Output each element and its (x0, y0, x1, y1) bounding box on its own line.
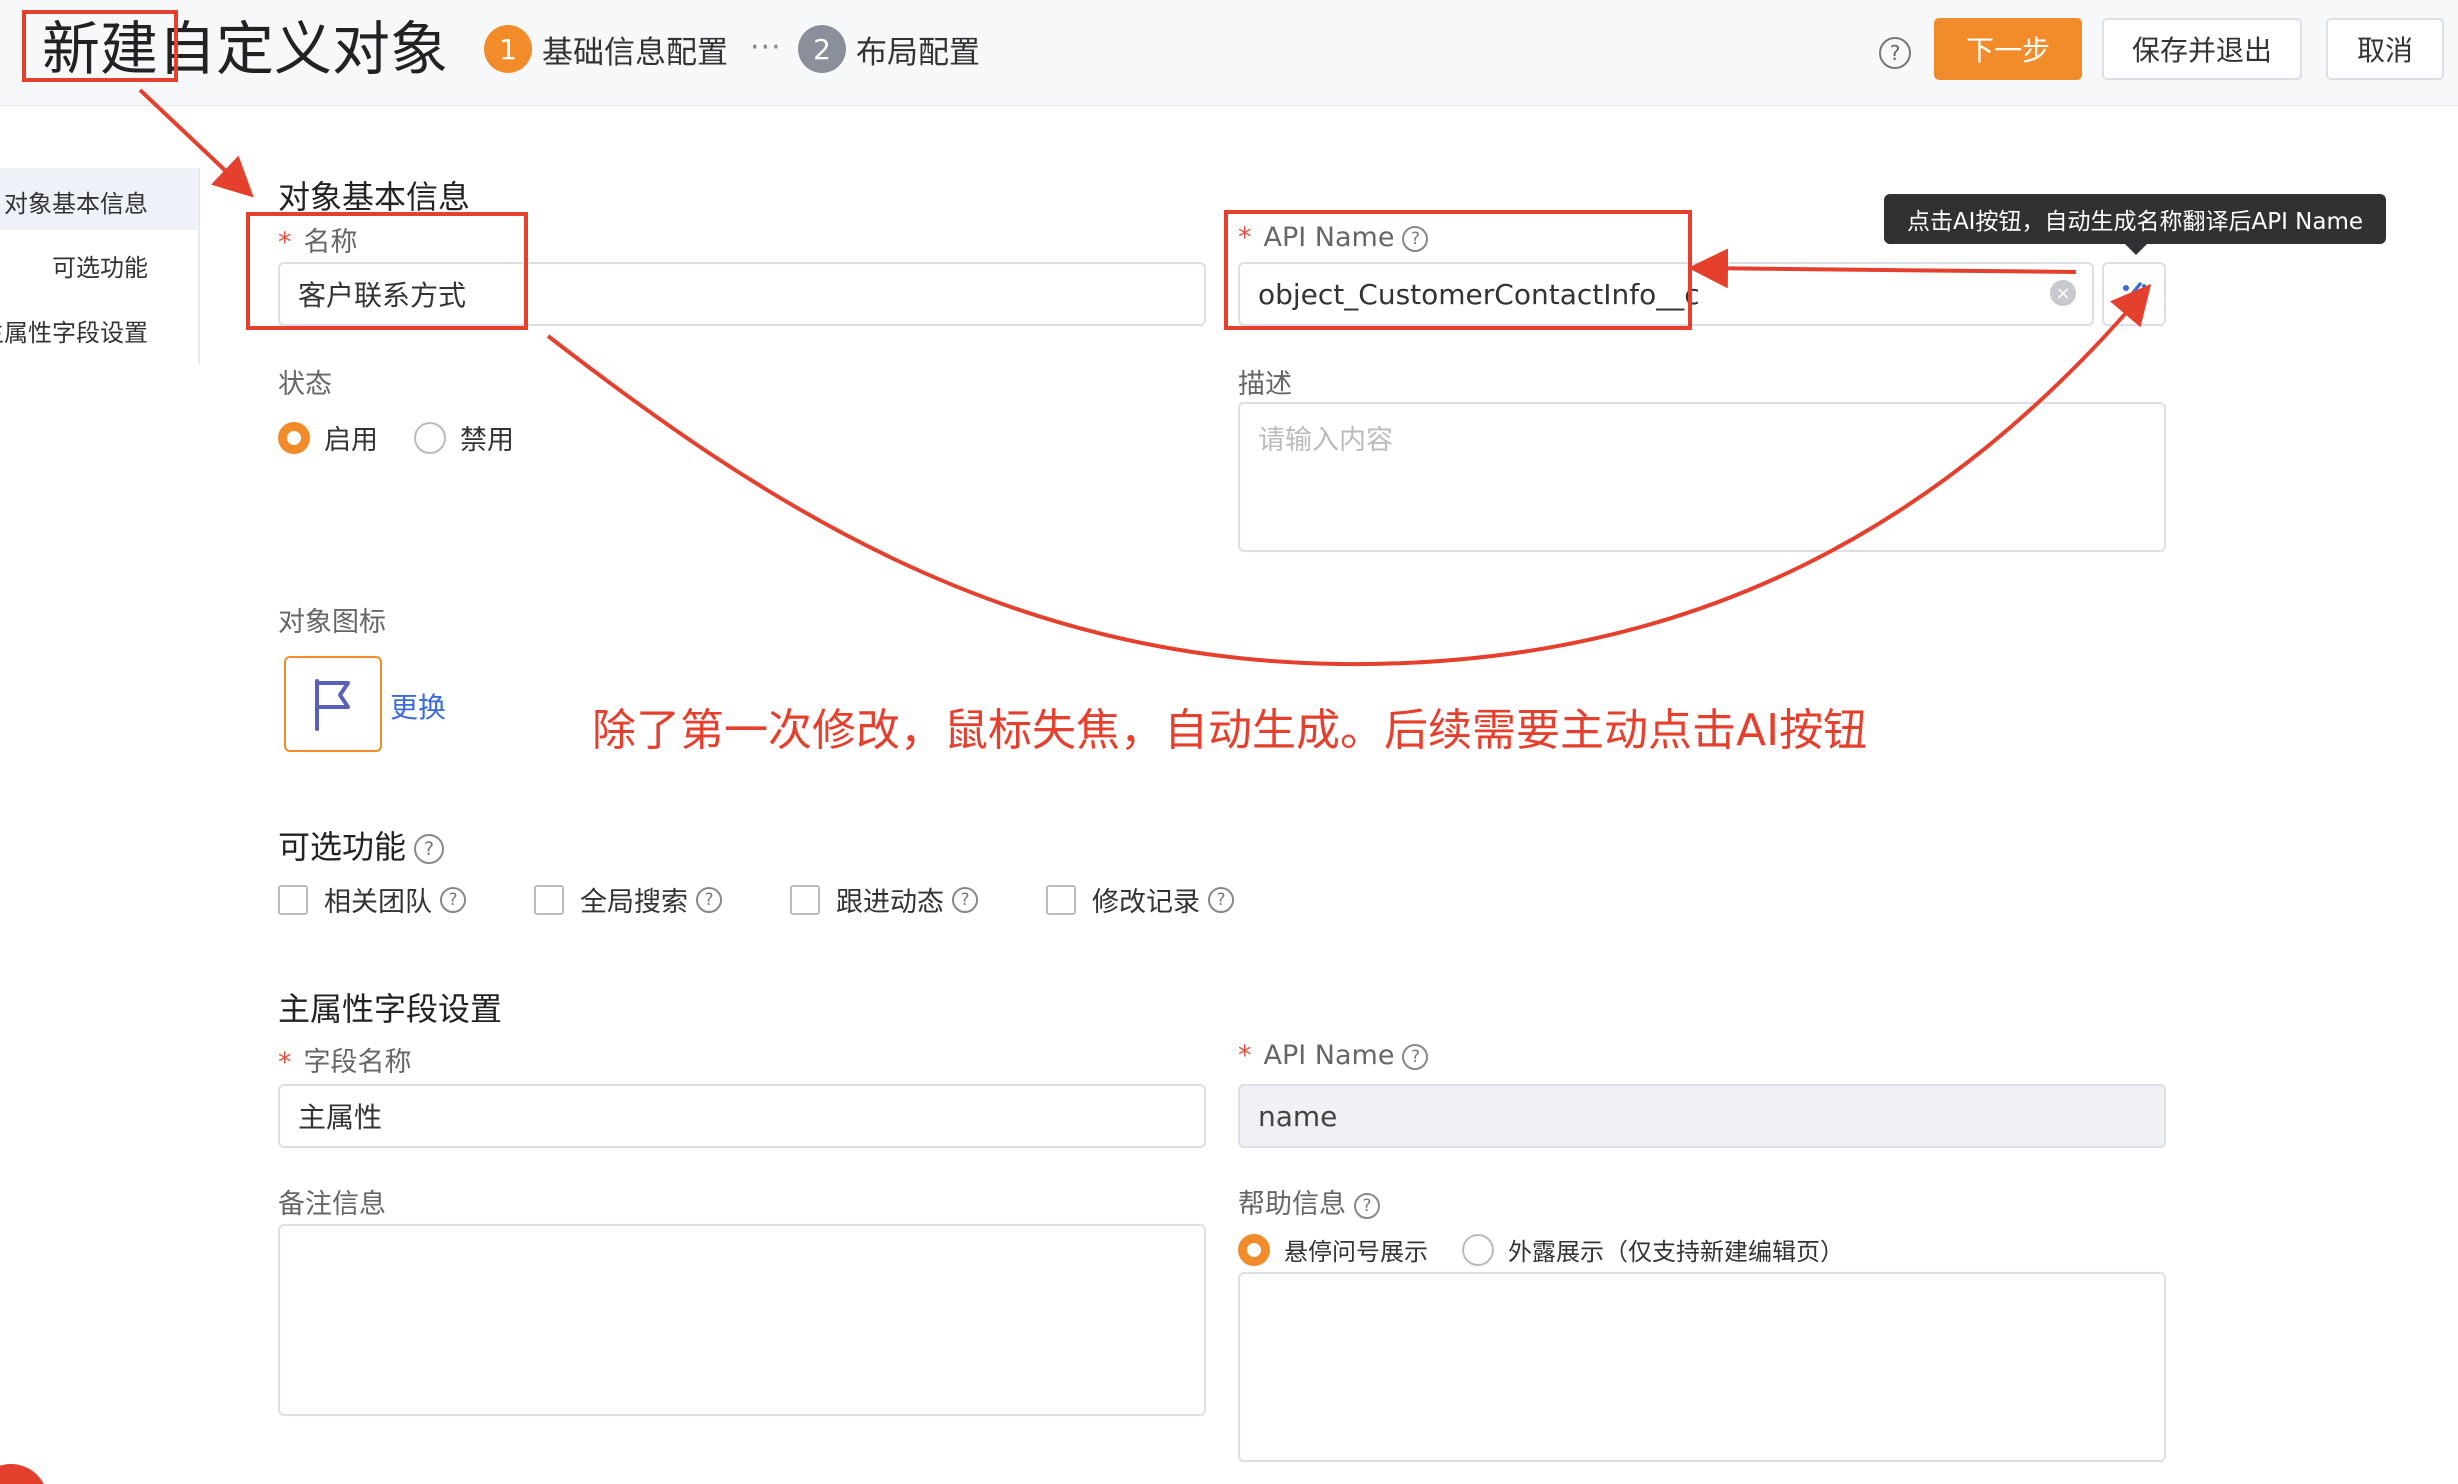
change-icon-link[interactable]: 更换 (390, 686, 446, 726)
radio-disabled[interactable]: 禁用 (414, 418, 514, 457)
checkbox[interactable] (1046, 884, 1076, 915)
step-layout[interactable]: 2 布局配置 (798, 24, 980, 74)
radio-button-checked[interactable] (1238, 1233, 1270, 1266)
question-icon[interactable]: ? (1402, 1043, 1429, 1070)
radio-label: 禁用 (460, 425, 514, 456)
checkbox-label: 跟进动态 (836, 887, 944, 918)
radio-button[interactable] (414, 421, 446, 454)
annotation-box-name (246, 212, 528, 330)
help-info-textarea[interactable] (1238, 1272, 2166, 1462)
step-basic-info[interactable]: 1 基础信息配置 (484, 24, 728, 74)
header-bar: 新建自定义对象 1 基础信息配置 ··· 2 布局配置 ? 下一步 保存并退出 … (0, 0, 2458, 106)
step-number: 2 (798, 25, 846, 73)
checkbox-label: 全局搜索 (580, 887, 688, 918)
sidenav-item-optional[interactable]: 可选功能 (52, 248, 148, 283)
ai-sparkle-icon (2122, 282, 2146, 306)
annotation-box-title (22, 10, 178, 82)
flag-icon (315, 679, 350, 731)
checkbox-related-team[interactable]: 相关团队? (278, 880, 466, 919)
section-title-primary-field: 主属性字段设置 (278, 990, 503, 1028)
remark-label: 备注信息 (278, 1189, 386, 1220)
question-icon[interactable]: ? (414, 834, 445, 864)
checkbox[interactable] (534, 884, 564, 915)
description-textarea[interactable]: 请输入内容 (1238, 402, 2166, 552)
step-label: 基础信息配置 (542, 34, 728, 71)
checkbox-label: 修改记录 (1092, 887, 1200, 918)
sidenav-item-primary-field[interactable]: 主属性字段设置 (0, 313, 148, 348)
section-title-optional: 可选功能? (278, 822, 445, 868)
question-icon[interactable]: ? (1208, 886, 1234, 913)
radio-button[interactable] (1462, 1233, 1494, 1266)
step-separator: ··· (750, 30, 782, 65)
red-indicator-dot (0, 1464, 48, 1484)
annotation-box-api-name (1224, 210, 1692, 330)
checkbox[interactable] (790, 884, 820, 915)
question-icon[interactable]: ? (952, 886, 978, 913)
object-icon-label: 对象图标 (278, 607, 386, 638)
side-nav: 对象基本信息 可选功能 主属性字段设置 (0, 168, 200, 364)
required-mark: * (278, 1047, 292, 1078)
question-icon[interactable]: ? (696, 886, 722, 913)
radio-label: 悬停问号展示 (1284, 1238, 1428, 1266)
required-mark: * (1238, 1040, 1252, 1071)
radio-button-checked[interactable] (278, 421, 310, 454)
save-exit-button[interactable]: 保存并退出 (2102, 18, 2302, 80)
cancel-button[interactable]: 取消 (2326, 18, 2444, 80)
question-icon[interactable]: ? (1354, 1192, 1380, 1219)
checkbox[interactable] (278, 884, 308, 915)
checkbox-change-log[interactable]: 修改记录? (1046, 880, 1234, 919)
step-label: 布局配置 (856, 34, 980, 71)
radio-hover-help[interactable]: 悬停问号展示 (1238, 1232, 1428, 1267)
radio-label: 启用 (324, 425, 378, 456)
annotation-text: 除了第一次修改，鼠标失焦，自动生成。后续需要主动点击AI按钮 (592, 705, 1868, 756)
question-icon[interactable]: ? (440, 886, 466, 913)
sidenav-item-basic-info[interactable]: 对象基本信息 (4, 184, 148, 219)
help-icon[interactable]: ? (1879, 37, 1911, 69)
checkbox-label: 相关团队 (324, 887, 432, 918)
checkbox-follow-up[interactable]: 跟进动态? (790, 880, 978, 919)
status-label: 状态 (278, 369, 332, 400)
field-name-label: * 字段名称 (278, 1047, 412, 1078)
clear-icon[interactable]: × (2050, 280, 2076, 306)
object-icon-preview[interactable] (284, 656, 382, 752)
primary-api-name-input: name (1238, 1084, 2166, 1148)
remark-textarea[interactable] (278, 1224, 1206, 1416)
next-button[interactable]: 下一步 (1934, 18, 2082, 80)
radio-enabled[interactable]: 启用 (278, 418, 378, 457)
help-info-label: 帮助信息? (1238, 1182, 1380, 1221)
description-label: 描述 (1238, 369, 1292, 400)
step-number: 1 (484, 25, 532, 73)
radio-exposed-help[interactable]: 外露展示（仅支持新建编辑页） (1462, 1232, 1844, 1267)
field-name-input[interactable]: 主属性 (278, 1084, 1206, 1148)
tooltip-arrow (2124, 243, 2148, 255)
checkbox-global-search[interactable]: 全局搜索? (534, 880, 722, 919)
radio-label: 外露展示（仅支持新建编辑页） (1508, 1238, 1844, 1266)
primary-api-name-label: * API Name? (1238, 1040, 1429, 1071)
ai-generate-button[interactable] (2102, 262, 2166, 326)
ai-tooltip: 点击AI按钮，自动生成名称翻译后API Name (1884, 194, 2386, 244)
